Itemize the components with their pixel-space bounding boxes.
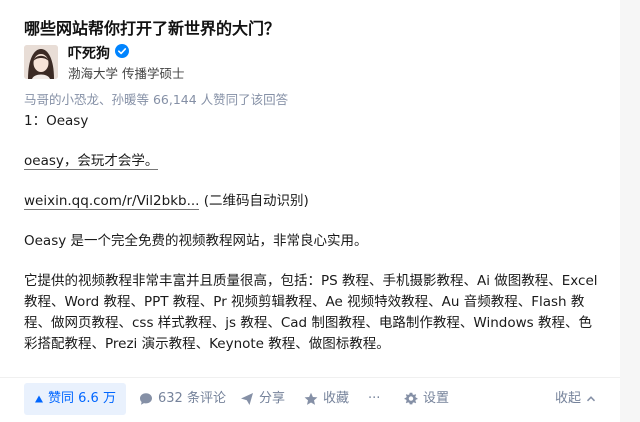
vote-up-button[interactable]: 赞同 6.6 万 xyxy=(24,383,126,415)
description-paragraph: Oeasy 是一个完全免费的视频教程网站，非常良心实用。 xyxy=(24,233,368,249)
question-title[interactable]: 哪些网站帮你打开了新世界的大门？ xyxy=(24,15,280,39)
more-icon: ··· xyxy=(368,391,381,406)
answer-content: 1：Oeasy oeasy，会玩才会学。 weixin.qq.com/r/Vil… xyxy=(24,111,604,355)
comments-label: 632 条评论 xyxy=(158,391,226,406)
collapse-label: 收起 xyxy=(555,391,582,406)
action-bar: 赞同 6.6 万 632 条评论 分享 收藏 ··· 设置 收起 xyxy=(0,377,620,422)
share-label: 分享 xyxy=(259,391,286,406)
qr-note: (二维码自动识别) xyxy=(199,193,309,209)
content-heading: 1：Oeasy xyxy=(24,113,89,129)
settings-label: 设置 xyxy=(423,391,450,406)
qr-link-paragraph: weixin.qq.com/r/Vil2bkb... (二维码自动识别) xyxy=(24,191,604,212)
vote-up-label: 赞同 6.6 万 xyxy=(48,391,116,406)
collapse-button[interactable]: 收起 xyxy=(555,383,596,415)
gear-icon xyxy=(404,392,418,405)
comments-button[interactable]: 632 条评论 xyxy=(139,383,226,415)
more-button[interactable]: ··· xyxy=(368,383,380,415)
verified-badge-icon xyxy=(115,44,129,58)
settings-button[interactable]: 设置 xyxy=(404,383,449,415)
favorite-button[interactable]: 收藏 xyxy=(304,383,349,415)
oeasy-link[interactable]: oeasy，会玩才会学。 xyxy=(24,153,159,170)
author-avatar[interactable] xyxy=(24,45,58,79)
author-bio: 渤海大学 传播学硕士 xyxy=(68,66,185,81)
star-icon xyxy=(304,392,318,405)
favorite-label: 收藏 xyxy=(323,391,350,406)
share-button[interactable]: 分享 xyxy=(240,383,285,415)
share-icon xyxy=(241,393,253,405)
comment-icon xyxy=(140,393,152,405)
chevron-up-icon xyxy=(586,396,596,402)
weixin-link[interactable]: weixin.qq.com/r/Vil2bkb... xyxy=(24,193,200,210)
vote-summary[interactable]: 马哥的小恐龙、孙暖等 66,144 人赞同了该回答 xyxy=(24,89,288,108)
answer-card: 哪些网站帮你打开了新世界的大门？ 吓死狗 渤海大学 传播学硕士 马哥的小恐龙、孙… xyxy=(0,0,620,422)
triangle-up-icon xyxy=(35,395,43,403)
tutorial-list-paragraph: 它提供的视频教程非常丰富并且质量很高，包括：PS 教程、手机摄影教程、Ai 做图… xyxy=(24,273,598,352)
author-name[interactable]: 吓死狗 xyxy=(68,43,110,63)
